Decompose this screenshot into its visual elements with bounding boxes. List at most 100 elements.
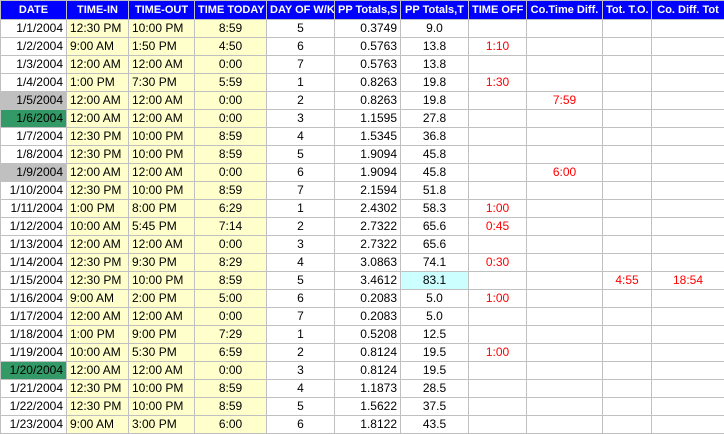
time-today-cell[interactable]: 8:59 (195, 182, 267, 200)
pp-totals-s-cell[interactable]: 0.5208 (335, 326, 401, 344)
pp-totals-s-cell[interactable]: 0.8124 (335, 362, 401, 380)
day-of-week-cell[interactable]: 3 (267, 236, 335, 254)
pp-totals-t-cell[interactable]: 27.8 (401, 110, 469, 128)
day-of-week-cell[interactable]: 1 (267, 326, 335, 344)
co-time-diff-cell[interactable] (527, 74, 603, 92)
date-cell[interactable]: 1/22/2004 (1, 398, 67, 416)
co-time-diff-cell[interactable] (527, 128, 603, 146)
tot-to-cell[interactable] (603, 200, 652, 218)
pp-totals-t-cell[interactable]: 45.8 (401, 164, 469, 182)
co-time-diff-cell[interactable] (527, 308, 603, 326)
time-off-cell[interactable] (469, 110, 527, 128)
co-diff-tot-cell[interactable] (652, 164, 724, 182)
day-of-week-cell[interactable]: 5 (267, 272, 335, 290)
time-in-cell[interactable]: 10:00 AM (67, 344, 129, 362)
tot-to-cell[interactable]: 4:55 (603, 272, 652, 290)
co-diff-tot-cell[interactable] (652, 326, 724, 344)
time-in-cell[interactable]: 9:00 AM (67, 290, 129, 308)
day-of-week-cell[interactable]: 5 (267, 20, 335, 38)
co-diff-tot-cell[interactable] (652, 128, 724, 146)
time-off-cell[interactable]: 1:00 (469, 200, 527, 218)
pp-totals-s-cell[interactable]: 0.5763 (335, 38, 401, 56)
date-cell[interactable]: 1/1/2004 (1, 20, 67, 38)
time-off-cell[interactable] (469, 380, 527, 398)
co-time-diff-cell[interactable] (527, 416, 603, 434)
pp-totals-t-cell[interactable]: 65.6 (401, 236, 469, 254)
time-off-cell[interactable]: 1:00 (469, 344, 527, 362)
day-of-week-cell[interactable]: 5 (267, 398, 335, 416)
day-of-week-cell[interactable]: 6 (267, 164, 335, 182)
date-cell[interactable]: 1/2/2004 (1, 38, 67, 56)
time-today-cell[interactable]: 0:00 (195, 92, 267, 110)
time-off-cell[interactable] (469, 308, 527, 326)
time-today-cell[interactable]: 6:29 (195, 200, 267, 218)
pp-totals-s-cell[interactable]: 2.1594 (335, 182, 401, 200)
co-time-diff-cell[interactable] (527, 38, 603, 56)
pp-totals-s-cell[interactable]: 1.5622 (335, 398, 401, 416)
date-cell[interactable]: 1/20/2004 (1, 362, 67, 380)
time-in-cell[interactable]: 12:00 AM (67, 236, 129, 254)
date-cell[interactable]: 1/5/2004 (1, 92, 67, 110)
pp-totals-t-cell[interactable]: 19.8 (401, 74, 469, 92)
pp-totals-s-cell[interactable]: 0.3749 (335, 20, 401, 38)
time-out-cell[interactable]: 12:00 AM (129, 110, 195, 128)
co-diff-tot-cell[interactable] (652, 92, 724, 110)
date-cell[interactable]: 1/16/2004 (1, 290, 67, 308)
co-diff-tot-cell[interactable] (652, 236, 724, 254)
time-in-cell[interactable]: 10:00 AM (67, 218, 129, 236)
time-off-cell[interactable] (469, 236, 527, 254)
time-today-cell[interactable]: 8:59 (195, 128, 267, 146)
date-cell[interactable]: 1/12/2004 (1, 218, 67, 236)
time-out-cell[interactable]: 12:00 AM (129, 236, 195, 254)
time-out-cell[interactable]: 12:00 AM (129, 308, 195, 326)
time-off-cell[interactable] (469, 20, 527, 38)
header-day-of-week[interactable]: DAY OF W/K (267, 1, 335, 20)
time-today-cell[interactable]: 5:00 (195, 290, 267, 308)
day-of-week-cell[interactable]: 1 (267, 74, 335, 92)
tot-to-cell[interactable] (603, 218, 652, 236)
tot-to-cell[interactable] (603, 182, 652, 200)
co-diff-tot-cell[interactable] (652, 398, 724, 416)
tot-to-cell[interactable] (603, 20, 652, 38)
co-time-diff-cell[interactable] (527, 362, 603, 380)
pp-totals-s-cell[interactable]: 0.2083 (335, 290, 401, 308)
co-time-diff-cell[interactable] (527, 20, 603, 38)
co-time-diff-cell[interactable] (527, 326, 603, 344)
header-time-out[interactable]: TIME-OUT (129, 1, 195, 20)
time-out-cell[interactable]: 5:45 PM (129, 218, 195, 236)
time-off-cell[interactable] (469, 362, 527, 380)
date-cell[interactable]: 1/8/2004 (1, 146, 67, 164)
tot-to-cell[interactable] (603, 416, 652, 434)
time-out-cell[interactable]: 10:00 PM (129, 182, 195, 200)
day-of-week-cell[interactable]: 3 (267, 110, 335, 128)
header-time-today[interactable]: TIME TODAY (195, 1, 267, 20)
co-time-diff-cell[interactable] (527, 380, 603, 398)
time-today-cell[interactable]: 0:00 (195, 164, 267, 182)
tot-to-cell[interactable] (603, 290, 652, 308)
co-time-diff-cell[interactable] (527, 290, 603, 308)
time-today-cell[interactable]: 0:00 (195, 362, 267, 380)
tot-to-cell[interactable] (603, 92, 652, 110)
co-diff-tot-cell[interactable] (652, 146, 724, 164)
time-today-cell[interactable]: 0:00 (195, 236, 267, 254)
pp-totals-t-cell[interactable]: 5.0 (401, 290, 469, 308)
time-in-cell[interactable]: 9:00 AM (67, 416, 129, 434)
time-out-cell[interactable]: 12:00 AM (129, 92, 195, 110)
day-of-week-cell[interactable]: 2 (267, 92, 335, 110)
pp-totals-s-cell[interactable]: 3.0863 (335, 254, 401, 272)
time-today-cell[interactable]: 0:00 (195, 110, 267, 128)
pp-totals-t-cell[interactable]: 51.8 (401, 182, 469, 200)
time-out-cell[interactable]: 10:00 PM (129, 272, 195, 290)
co-time-diff-cell[interactable] (527, 146, 603, 164)
header-time-in[interactable]: TIME-IN (67, 1, 129, 20)
time-in-cell[interactable]: 12:30 PM (67, 182, 129, 200)
pp-totals-t-cell[interactable]: 13.8 (401, 56, 469, 74)
pp-totals-t-cell[interactable]: 65.6 (401, 218, 469, 236)
tot-to-cell[interactable] (603, 380, 652, 398)
co-time-diff-cell[interactable] (527, 56, 603, 74)
co-diff-tot-cell[interactable] (652, 416, 724, 434)
time-off-cell[interactable]: 0:30 (469, 254, 527, 272)
tot-to-cell[interactable] (603, 164, 652, 182)
tot-to-cell[interactable] (603, 110, 652, 128)
day-of-week-cell[interactable]: 7 (267, 182, 335, 200)
